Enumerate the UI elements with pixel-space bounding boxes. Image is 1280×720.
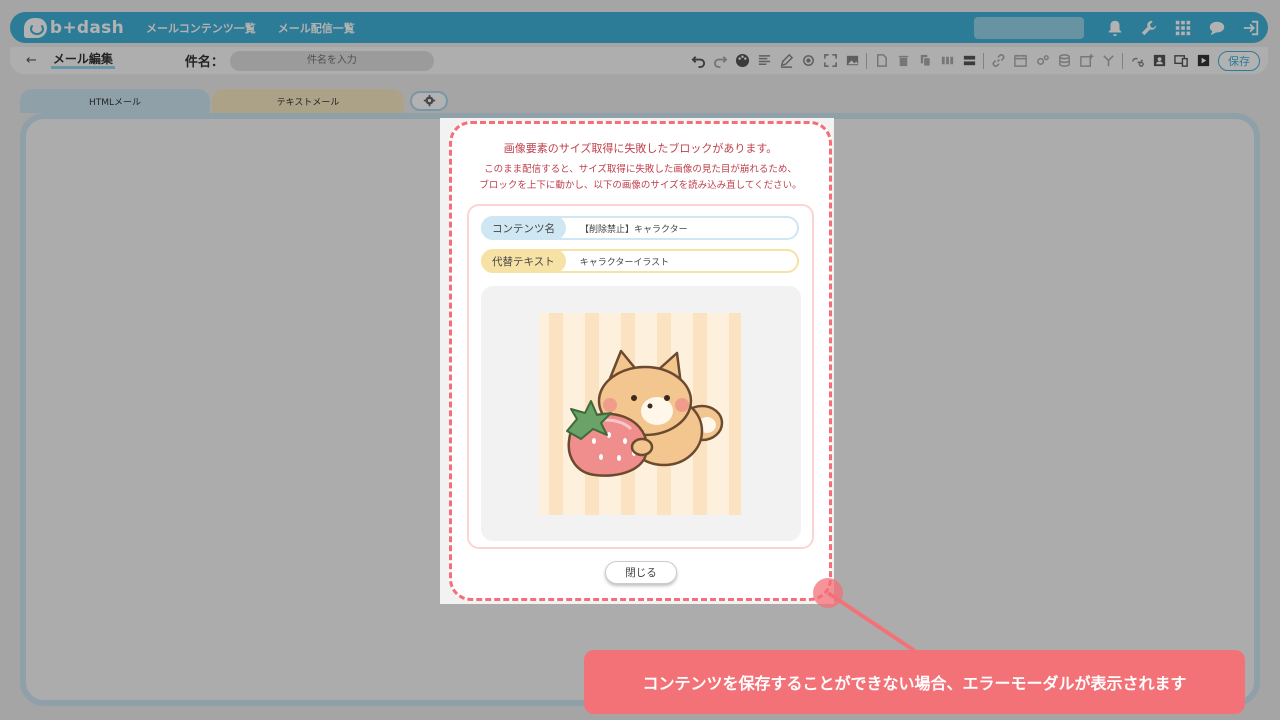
annotation-callout: コンテンツを保存することができない場合、エラーモーダルが表示されます (584, 650, 1245, 714)
callout-dot (813, 578, 843, 608)
callout-pointer-line (826, 591, 917, 653)
